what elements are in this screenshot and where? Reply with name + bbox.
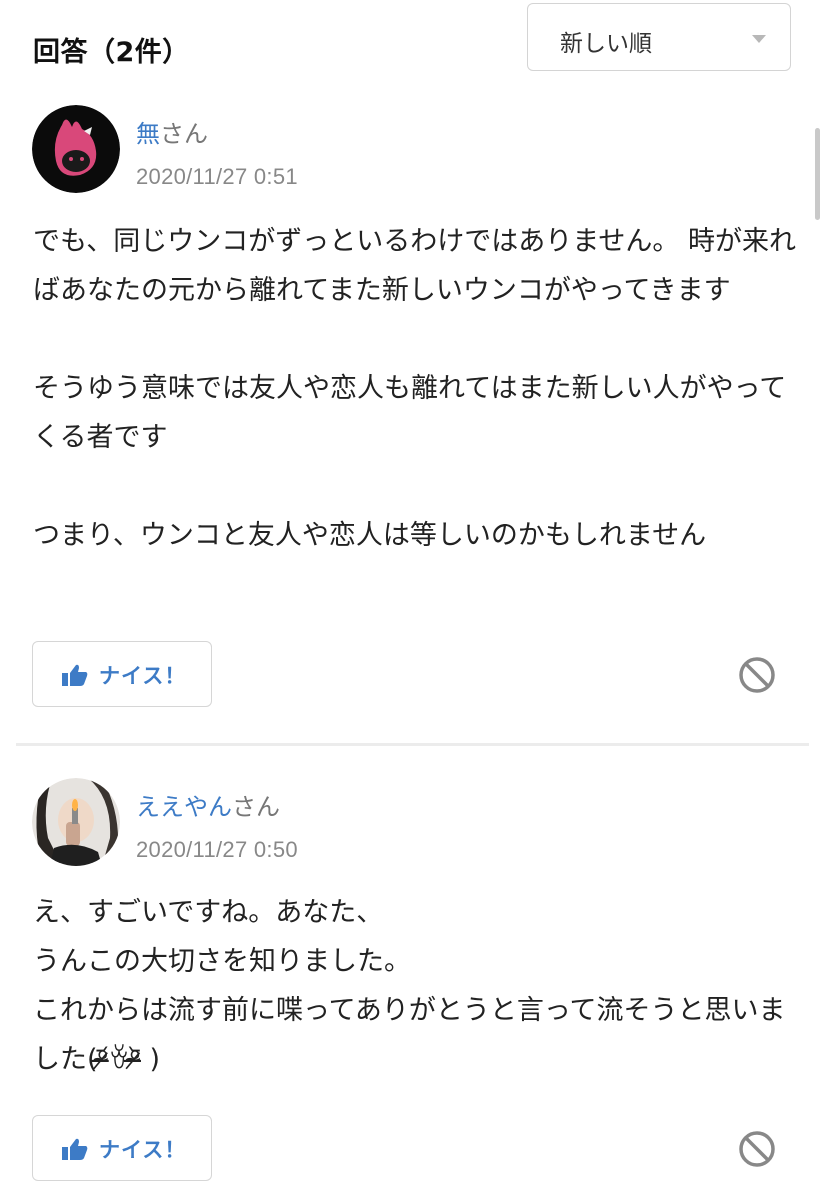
- user-honorific: さん: [232, 793, 280, 821]
- answer-divider: [16, 743, 809, 746]
- prohibited-icon[interactable]: [738, 656, 776, 698]
- user-name-link[interactable]: ええやん: [136, 793, 232, 821]
- answer-body: でも、同じウンコがずっといるわけではありません。 時が来ればあなたの元から離れて…: [33, 226, 796, 551]
- nice-button[interactable]: ナイス！: [32, 641, 212, 707]
- user-line: ええやんさん: [136, 787, 280, 822]
- answers-page: 回答（2件） 新しい順 無さん 2020/11/27 0:51 でも、同じウンコ…: [0, 0, 825, 1200]
- answer-timestamp: 2020/11/27 0:50: [136, 837, 298, 862]
- nice-button[interactable]: ナイス！: [32, 1115, 212, 1181]
- thumbs-up-icon: [62, 664, 88, 690]
- chevron-down-icon: [752, 35, 766, 43]
- avatar[interactable]: [32, 105, 120, 193]
- sort-order-value: 新しい順: [560, 31, 652, 57]
- scrollbar-thumb[interactable]: [815, 128, 820, 220]
- user-line: 無さん: [136, 114, 208, 149]
- answers-header: 回答（2件） 新しい順: [0, 0, 825, 96]
- prohibited-icon[interactable]: [738, 1130, 776, 1172]
- thumbs-up-icon: [62, 1138, 88, 1164]
- answers-count-title: 回答（2件）: [33, 37, 190, 68]
- nice-label: ナイス！: [99, 1138, 187, 1162]
- avatar[interactable]: [32, 778, 120, 866]
- answer-body: え、すごいですね。あなた、 うんこの大切さを知りました。 これからは流す前に喋っ…: [33, 897, 786, 1075]
- user-honorific: さん: [160, 120, 208, 148]
- answer-timestamp: 2020/11/27 0:51: [136, 164, 298, 189]
- nice-label: ナイス！: [99, 664, 187, 688]
- sort-order-select[interactable]: 新しい順: [527, 3, 791, 71]
- user-name-link[interactable]: 無: [136, 120, 160, 148]
